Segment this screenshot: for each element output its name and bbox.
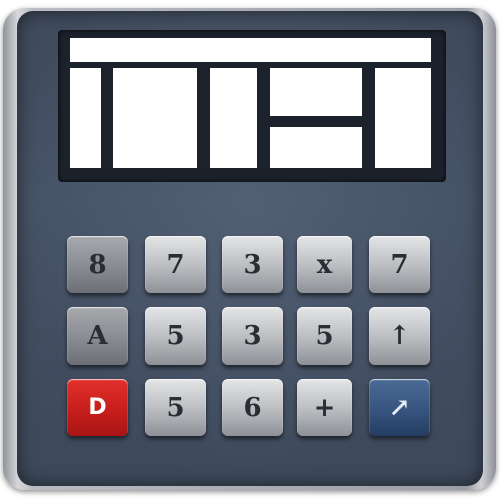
display-top-strip [70, 38, 431, 62]
display-cell-2 [113, 68, 197, 168]
key-a[interactable]: A [67, 307, 128, 365]
key-multiply[interactable]: x [297, 236, 352, 293]
key-blue[interactable]: ↗ [369, 379, 430, 436]
display-cell-5 [375, 68, 431, 168]
key-plus[interactable]: + [297, 379, 352, 436]
key-5-second[interactable]: 5 [297, 307, 352, 365]
key-arrow-up[interactable]: ↑ [369, 307, 430, 365]
key-3[interactable]: 3 [222, 236, 283, 293]
key-5-third[interactable]: 5 [145, 379, 206, 436]
calculator-illustration: 8 7 3 x 7 A 5 3 5 ↑ D 5 6 + ↗ [0, 0, 500, 500]
key-5[interactable]: 5 [145, 307, 206, 365]
key-7[interactable]: 7 [145, 236, 206, 293]
key-8[interactable]: 8 [67, 236, 128, 293]
key-d[interactable]: D [67, 379, 128, 436]
display-cell-4-top [270, 68, 362, 116]
key-7-right[interactable]: 7 [369, 236, 430, 293]
display-cell-4-bottom [270, 127, 362, 168]
display-cell-1 [70, 68, 101, 168]
key-6[interactable]: 6 [222, 379, 283, 436]
display-cell-3 [210, 68, 257, 168]
key-3-second[interactable]: 3 [222, 307, 283, 365]
